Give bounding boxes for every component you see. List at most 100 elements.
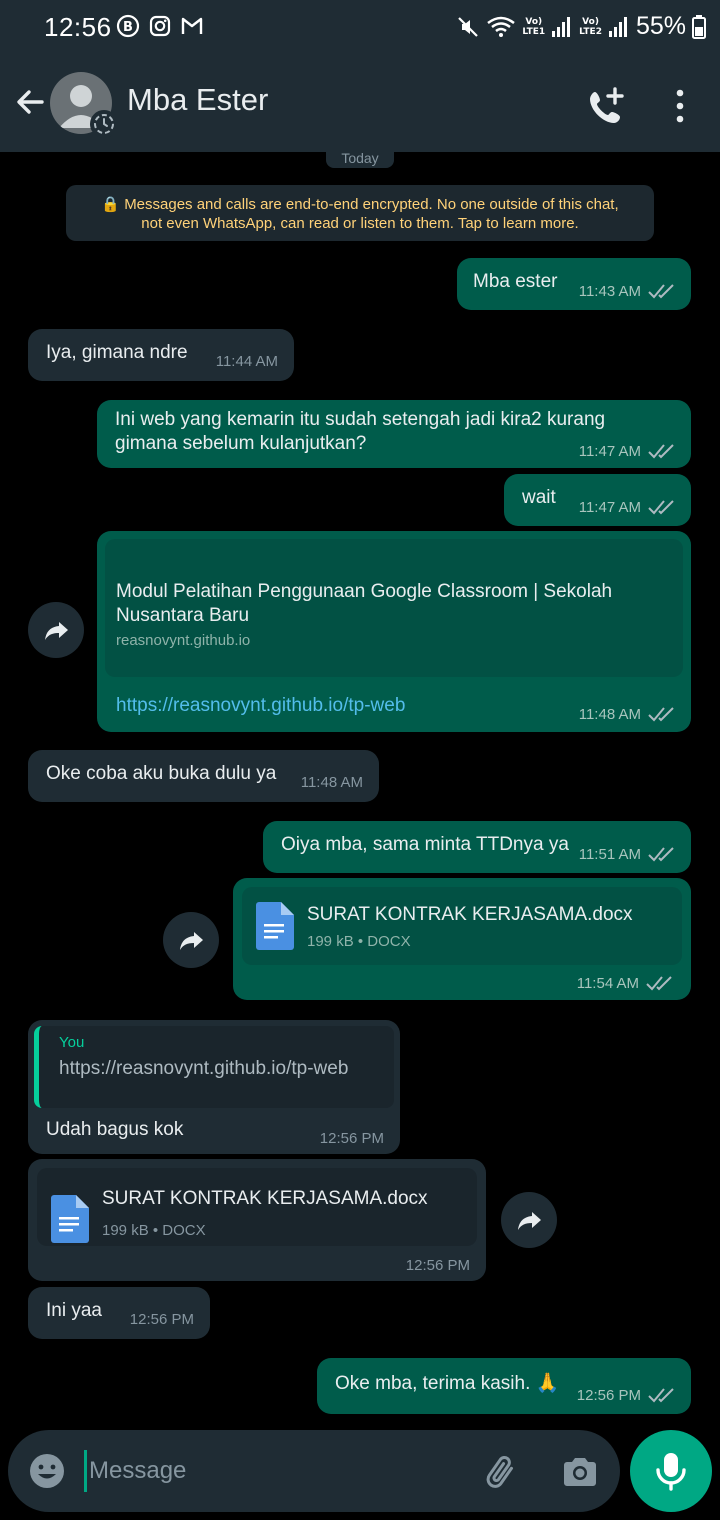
- message-meta: 12:56 PM: [406, 1257, 470, 1274]
- status-ring-badge: [90, 110, 118, 138]
- message-time: 12:56 PM: [129, 1311, 194, 1328]
- read-ticks-icon: [648, 444, 674, 459]
- mute-icon: [458, 16, 479, 37]
- message-meta: 11:51 AM: [579, 845, 677, 863]
- attach-icon[interactable]: [482, 1452, 522, 1492]
- message-bubble-incoming[interactable]: Oke coba aku buka dulu ya 11:48 AM: [28, 750, 379, 802]
- message-time: 11:48 AM: [578, 705, 641, 723]
- forward-button[interactable]: [501, 1192, 557, 1248]
- message-bubble-document[interactable]: SURAT KONTRAK KERJASAMA.docx 199 kB • DO…: [28, 1159, 486, 1281]
- forward-button[interactable]: [28, 602, 84, 658]
- message-bubble-outgoing[interactable]: Oke mba, terima kasih. 🙏 12:56 PM: [317, 1358, 691, 1414]
- notification-icons: B: [116, 14, 204, 38]
- forward-arrow-icon: [45, 622, 68, 640]
- document-name: SURAT KONTRAK KERJASAMA.docx: [102, 1188, 428, 1209]
- message-text: Oiya mba, sama minta TTDnya ya: [281, 834, 569, 855]
- battery-level: 55%: [635, 12, 686, 40]
- system-icons: Vo) LTE1 Vo) LTE2 55%: [456, 12, 706, 41]
- call-add-icon[interactable]: [587, 86, 627, 126]
- link-preview-title: Modul Pelatihan Penggunaan Google Classr…: [116, 581, 613, 626]
- status-update-icon: [94, 114, 114, 134]
- docx-file-icon: [51, 1195, 89, 1243]
- message-meta: 11:44 AM: [216, 353, 278, 370]
- message-meta: 12:56 PM: [577, 1386, 677, 1404]
- mic-button[interactable]: [630, 1430, 712, 1512]
- message-meta: 11:48 AM: [301, 774, 363, 791]
- docx-file-icon: [256, 902, 294, 950]
- message-meta: 11:47 AM: [579, 442, 677, 460]
- camera-icon[interactable]: [560, 1452, 600, 1492]
- emoji-icon[interactable]: [28, 1452, 66, 1490]
- message-text: Iya, gimana ndre: [46, 342, 188, 363]
- message-text: Ini yaa: [46, 1300, 102, 1321]
- document-card[interactable]: SURAT KONTRAK KERJASAMA.docx 199 kB • DO…: [37, 1168, 477, 1246]
- message-bubble-incoming[interactable]: Ini yaa 12:56 PM: [28, 1287, 210, 1339]
- message-text: Mba ester: [473, 271, 558, 292]
- message-text: Oke mba, terima kasih. 🙏: [335, 1373, 560, 1394]
- message-time: 11:47 AM: [578, 442, 641, 460]
- message-bubble-outgoing[interactable]: Mba ester 11:43 AM: [457, 258, 691, 310]
- read-ticks-icon: [648, 707, 674, 722]
- message-bubble-link[interactable]: Modul Pelatihan Penggunaan Google Classr…: [97, 531, 691, 732]
- chat-list[interactable]: Today 🔒 Messages and calls are end-to-en…: [0, 152, 720, 1422]
- message-meta: 11:43 AM: [579, 282, 677, 300]
- mic-icon: [656, 1453, 686, 1491]
- message-meta: 11:48 AM: [579, 705, 677, 723]
- battery-icon: [692, 14, 706, 39]
- sim2-label: Vo) LTE2: [579, 16, 602, 37]
- quoted-text: https://reasnovynt.github.io/tp-web: [59, 1058, 349, 1079]
- message-bubble-outgoing[interactable]: wait 11:47 AM: [504, 474, 691, 526]
- quoted-author: You: [59, 1034, 85, 1051]
- link-preview-domain: reasnovynt.github.io: [116, 632, 251, 649]
- back-arrow-icon[interactable]: [12, 84, 48, 120]
- message-meta: 11:47 AM: [579, 498, 677, 516]
- message-time: 12:56 PM: [576, 1386, 641, 1404]
- encryption-notice[interactable]: 🔒 Messages and calls are end-to-end encr…: [66, 185, 654, 241]
- message-meta: 12:56 PM: [130, 1311, 194, 1328]
- message-bubble-outgoing[interactable]: Oiya mba, sama minta TTDnya ya 11:51 AM: [263, 821, 691, 873]
- document-meta: 199 kB • DOCX: [102, 1222, 206, 1239]
- message-bubble-incoming[interactable]: Iya, gimana ndre 11:44 AM: [28, 329, 294, 381]
- message-time: 12:56 PM: [319, 1130, 384, 1147]
- sim1-label: Vo) LTE1: [522, 16, 546, 37]
- message-time: 11:51 AM: [578, 845, 641, 863]
- forward-button[interactable]: [163, 912, 219, 968]
- message-meta: 11:54 AM: [577, 974, 675, 992]
- message-bubble-document[interactable]: SURAT KONTRAK KERJASAMA.docx 199 kB • DO…: [233, 878, 691, 1000]
- message-bubble-reply[interactable]: You https://reasnovynt.github.io/tp-web …: [28, 1020, 400, 1154]
- message-time: 11:47 AM: [578, 498, 641, 516]
- document-name: SURAT KONTRAK KERJASAMA.docx: [307, 904, 633, 925]
- message-time: 11:44 AM: [215, 353, 278, 370]
- message-bubble-outgoing[interactable]: Ini web yang kemarin itu sudah setengah …: [97, 400, 691, 468]
- message-time: 12:56 PM: [405, 1257, 470, 1274]
- chat-header: Mba Ester: [0, 56, 720, 152]
- link-url[interactable]: https://reasnovynt.github.io/tp-web: [116, 695, 405, 717]
- message-text: wait: [522, 487, 556, 508]
- message-text: Udah bagus kok: [46, 1119, 184, 1140]
- message-time: 11:48 AM: [300, 774, 363, 791]
- link-preview-card[interactable]: Modul Pelatihan Penggunaan Google Classr…: [105, 539, 683, 677]
- bbm-icon: B: [116, 14, 140, 38]
- read-ticks-icon: [648, 847, 674, 862]
- document-card[interactable]: SURAT KONTRAK KERJASAMA.docx 199 kB • DO…: [242, 887, 682, 965]
- forward-arrow-icon: [518, 1212, 541, 1230]
- message-time: 11:43 AM: [578, 282, 641, 300]
- message-composer: [8, 1430, 620, 1512]
- message-meta: 12:56 PM: [320, 1130, 384, 1147]
- read-ticks-icon: [648, 1388, 674, 1403]
- document-meta: 199 kB • DOCX: [307, 933, 411, 950]
- contact-name[interactable]: Mba Ester: [127, 82, 268, 118]
- more-vert-icon[interactable]: [668, 86, 692, 126]
- forward-arrow-icon: [180, 932, 203, 950]
- read-ticks-icon: [648, 500, 674, 515]
- svg-text:B: B: [123, 20, 133, 35]
- gmail-icon: [181, 17, 203, 34]
- quoted-message[interactable]: You https://reasnovynt.github.io/tp-web: [34, 1026, 394, 1108]
- signal-icon: [608, 16, 627, 37]
- message-text-line: Ini web yang kemarin itu sudah setengah …: [115, 409, 606, 430]
- message-input[interactable]: [84, 1450, 474, 1492]
- instagram-icon: [149, 15, 171, 37]
- status-time: 12:56: [44, 12, 112, 42]
- read-ticks-icon: [646, 976, 672, 991]
- message-time: 11:54 AM: [576, 974, 639, 992]
